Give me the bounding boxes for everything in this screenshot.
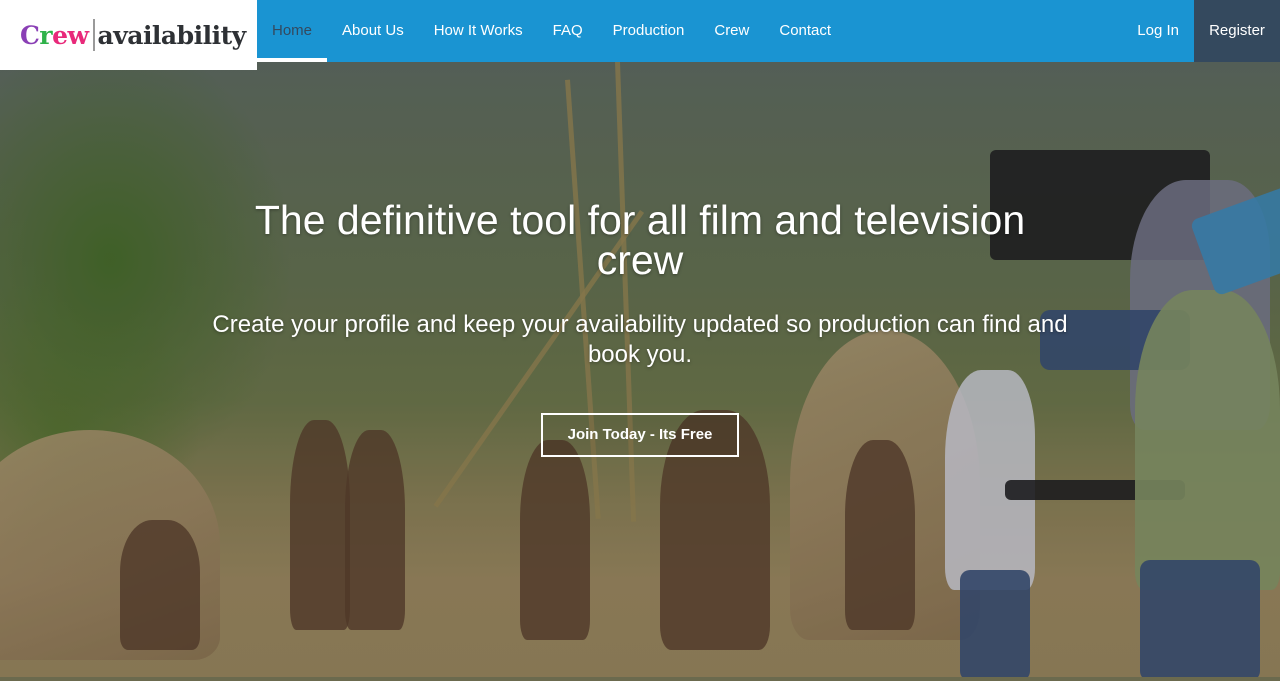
nav-how-it-works[interactable]: How It Works [419,0,538,62]
hero-title: The definitive tool for all film and tel… [254,197,1026,283]
account-nav: Log In Register [1122,0,1280,62]
join-today-button[interactable]: Join Today - Its Free [540,413,740,457]
nav-crew[interactable]: Crew [699,0,764,62]
logo-separator [92,19,95,51]
hero-subtitle: Create your profile and keep your availa… [212,311,1068,368]
nav-faq[interactable]: FAQ [538,0,598,62]
logo[interactable]: C r ew availability [0,0,257,70]
nav-about-us[interactable]: About Us [327,0,419,62]
logo-letters-ew: ew [52,20,89,50]
main-nav: Home About Us How It Works FAQ Productio… [257,0,846,62]
logo-letter-c: C [20,20,40,50]
hero-bottom-edge [0,677,1280,681]
hero-content: The definitive tool for all film and tel… [0,200,1280,457]
register-button[interactable]: Register [1194,0,1280,62]
logo-word-availability: availability [97,20,247,50]
logo-letter-r: r [39,20,53,50]
nav-home[interactable]: Home [257,0,328,62]
login-link[interactable]: Log In [1122,0,1194,62]
top-navbar: C r ew availability Home About Us How It… [0,0,1280,70]
nav-production[interactable]: Production [598,0,700,62]
nav-contact[interactable]: Contact [764,0,846,62]
